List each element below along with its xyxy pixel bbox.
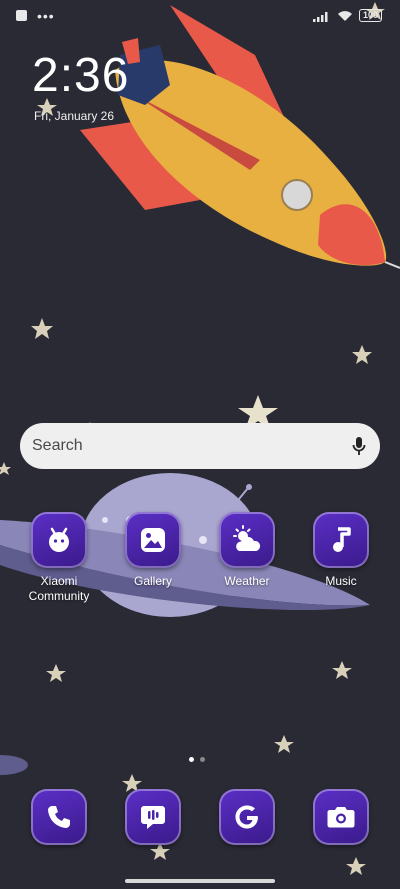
google-icon[interactable] <box>219 789 275 845</box>
weather-icon[interactable] <box>219 512 275 568</box>
search-bar[interactable]: Search <box>20 423 380 469</box>
more-notifications-icon: ••• <box>37 7 55 24</box>
music-note-icon[interactable] <box>313 512 369 568</box>
search-input[interactable]: Search <box>32 437 352 455</box>
dock-google[interactable] <box>200 789 294 845</box>
messages-icon[interactable] <box>125 789 181 845</box>
status-bar: ••• 100 <box>0 0 400 34</box>
app-label: Xiaomi Community <box>28 574 90 603</box>
app-label: Weather <box>224 574 270 588</box>
notification-icon <box>16 10 27 21</box>
page-dot-active <box>189 757 194 762</box>
app-label: Gallery <box>133 574 172 588</box>
signal-icon <box>312 11 328 22</box>
clock-time[interactable]: 2:36 <box>32 48 129 103</box>
page-dot <box>200 757 205 762</box>
page-indicator[interactable] <box>189 757 205 762</box>
gallery-icon[interactable] <box>125 512 181 568</box>
xiaomi-community-icon[interactable] <box>31 512 87 568</box>
app-gallery[interactable]: Gallery <box>106 512 200 589</box>
dock-messages[interactable] <box>106 789 200 845</box>
microphone-icon[interactable] <box>352 436 366 456</box>
dock-camera[interactable] <box>294 789 388 845</box>
camera-icon[interactable] <box>313 789 369 845</box>
clock-date[interactable]: Fri, January 26 <box>34 109 114 123</box>
battery-icon: 100 <box>358 9 382 22</box>
dock-phone[interactable] <box>12 789 106 845</box>
app-music[interactable]: Music <box>294 512 388 589</box>
app-xiaomi-community[interactable]: Xiaomi Community <box>12 512 106 604</box>
app-weather[interactable]: Weather <box>200 512 294 589</box>
phone-icon[interactable] <box>31 789 87 845</box>
app-label: Music <box>325 574 357 588</box>
wifi-icon <box>337 10 352 21</box>
home-indicator[interactable] <box>125 879 275 883</box>
